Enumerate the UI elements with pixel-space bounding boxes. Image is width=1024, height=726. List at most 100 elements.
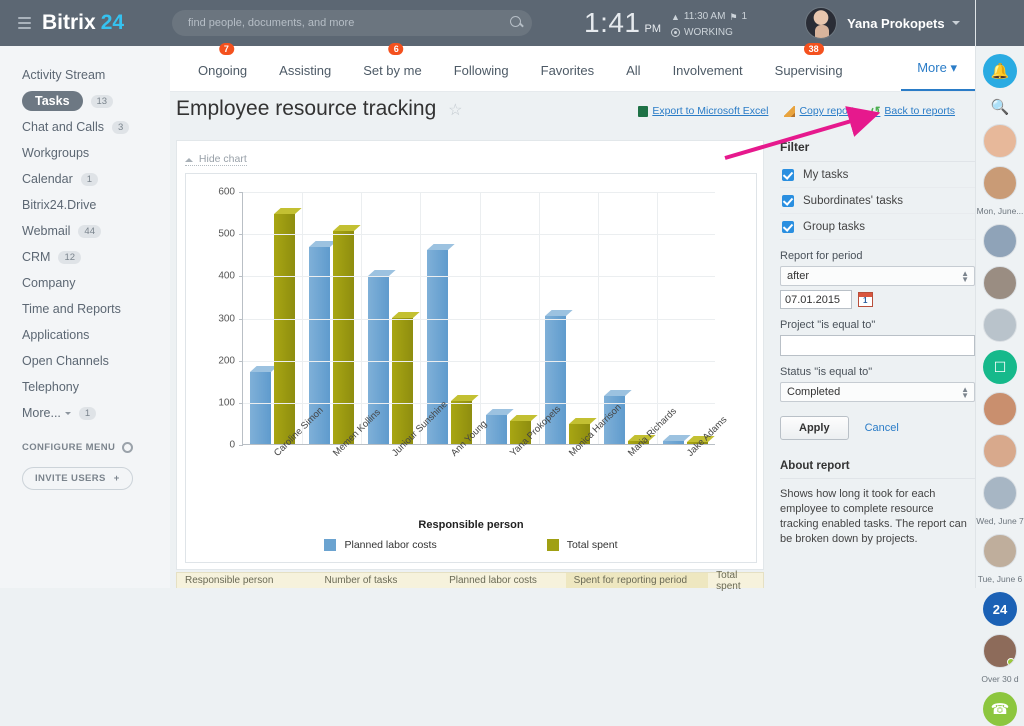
column-header-responsible-person[interactable]: Responsible person <box>177 575 317 586</box>
rail-avatar[interactable] <box>983 124 1017 158</box>
sidebar-item-label: Chat and Calls <box>22 120 104 134</box>
sidebar-item-tasks[interactable]: Tasks 13 <box>0 88 170 114</box>
rail-avatar[interactable] <box>983 434 1017 468</box>
chart-bar[interactable] <box>274 214 295 444</box>
plus-icon: + <box>114 473 120 484</box>
rail-avatar[interactable] <box>983 224 1017 258</box>
app-logo[interactable]: Bitrix 24 <box>0 11 160 35</box>
checkbox-icon[interactable] <box>782 221 794 233</box>
tab-involvement[interactable]: Involvement <box>657 63 759 91</box>
logo-text: Bitrix <box>42 11 96 35</box>
about-report-text: Shows how long it took for each employee… <box>780 487 975 547</box>
configure-menu-button[interactable]: CONFIGURE MENU <box>0 442 170 453</box>
alarm-time: 11:30 AM <box>684 10 726 24</box>
rail-avatar[interactable] <box>983 634 1017 668</box>
sidebar-item-telephony[interactable]: Telephony <box>0 374 170 400</box>
rail-openlines-icon[interactable]: ☐ <box>983 350 1017 384</box>
search-input[interactable] <box>172 10 532 36</box>
column-header-total-spent[interactable]: Total spent <box>708 570 763 592</box>
rail-date-label: Over 30 d <box>976 674 1024 684</box>
rail-avatar[interactable] <box>983 166 1017 200</box>
rail-date-label: Tue, June 6 <box>976 574 1024 584</box>
copy-report-link[interactable]: Copy report <box>784 105 854 117</box>
notifications-button[interactable]: 🔔 <box>983 54 1017 88</box>
back-to-reports-link[interactable]: ↺ Back to reports <box>870 104 955 118</box>
chart-bar[interactable] <box>486 415 507 444</box>
sidebar-item-label: Webmail <box>22 224 70 238</box>
tab-ongoing[interactable]: 7 Ongoing <box>182 63 263 91</box>
rail-search-icon[interactable]: 🔍 <box>991 98 1010 116</box>
global-search[interactable] <box>172 10 532 36</box>
chart-bar[interactable] <box>333 231 354 444</box>
chart-x-label: Monica Harrison <box>538 449 597 519</box>
chart-y-tickmark <box>239 276 243 277</box>
sidebar-item-company[interactable]: Company <box>0 270 170 296</box>
tab-more[interactable]: More ▾ <box>901 60 975 91</box>
chart-bar[interactable] <box>250 372 271 444</box>
tab-set-by-me[interactable]: 6 Set by me <box>347 63 438 91</box>
period-select[interactable]: after ▲▼ <box>780 266 975 286</box>
chart-bar[interactable] <box>392 318 413 444</box>
filter-checkbox-group-tasks[interactable]: Group tasks <box>780 214 975 240</box>
pencil-icon <box>784 106 795 117</box>
chart-y-tickmark <box>239 403 243 404</box>
chart-y-tickmark <box>239 319 243 320</box>
chart-gridline <box>480 192 481 444</box>
chart-x-label: Jake Adams <box>656 449 715 519</box>
sidebar-item-chat-and-calls[interactable]: Chat and Calls 3 <box>0 114 170 140</box>
sidebar-badge: 3 <box>112 121 129 134</box>
sidebar-item-applications[interactable]: Applications <box>0 322 170 348</box>
rail-avatar[interactable] <box>983 266 1017 300</box>
checkbox-icon[interactable] <box>782 195 794 207</box>
tab-assisting[interactable]: Assisting <box>263 63 347 91</box>
flag-count: 1 <box>742 10 748 24</box>
filter-checkbox-subordinates-tasks[interactable]: Subordinates' tasks <box>780 188 975 214</box>
rail-date-label: Wed, June 7 <box>976 516 1024 526</box>
menu-burger-icon[interactable] <box>18 14 31 32</box>
export-to-excel-link[interactable]: Export to Microsoft Excel <box>638 105 768 117</box>
rail-avatar[interactable] <box>983 534 1017 568</box>
chart-bar[interactable] <box>663 441 684 444</box>
apply-button[interactable]: Apply <box>780 416 849 440</box>
work-status[interactable]: ▲ 11:30 AM ⚑ 1 WORKING <box>671 7 747 40</box>
rail-avatar[interactable] <box>983 392 1017 426</box>
sidebar-item-open-channels[interactable]: Open Channels <box>0 348 170 374</box>
sidebar-item-crm[interactable]: CRM 12 <box>0 244 170 270</box>
checkbox-icon[interactable] <box>782 169 794 181</box>
column-header-spent-for-reporting-period[interactable]: Spent for reporting period <box>566 573 709 588</box>
sidebar-item-workgroups[interactable]: Workgroups <box>0 140 170 166</box>
filter-checkbox-my-tasks[interactable]: My tasks <box>780 162 975 188</box>
stepper-icon: ▲▼ <box>961 387 969 399</box>
sidebar-item-bitrix24-drive[interactable]: Bitrix24.Drive <box>0 192 170 218</box>
chevron-down-icon <box>952 21 960 25</box>
sidebar-item-calendar[interactable]: Calendar 1 <box>0 166 170 192</box>
rail-avatar[interactable] <box>983 476 1017 510</box>
status-select[interactable]: Completed ▲▼ <box>780 382 975 402</box>
report-table-header: Responsible person Number of tasks Plann… <box>176 572 764 588</box>
sidebar-item-webmail[interactable]: Webmail 44 <box>0 218 170 244</box>
tab-following[interactable]: Following <box>438 63 525 91</box>
date-input[interactable]: 07.01.2015 <box>780 290 852 309</box>
sidebar-item-time-and-reports[interactable]: Time and Reports <box>0 296 170 322</box>
hide-chart-toggle[interactable]: Hide chart <box>185 153 247 166</box>
rail-call-button[interactable]: ☎ <box>983 692 1017 726</box>
cancel-link[interactable]: Cancel <box>865 422 899 434</box>
sidebar-item-more[interactable]: More... 1 <box>0 400 170 426</box>
user-menu[interactable]: Yana Prokopets <box>805 7 960 39</box>
tab-favorites[interactable]: Favorites <box>525 63 610 91</box>
page-title: Employee resource tracking ☆ <box>176 97 462 121</box>
sidebar-item-activity-stream[interactable]: Activity Stream <box>0 62 170 88</box>
column-header-planned-labor-costs[interactable]: Planned labor costs <box>441 575 566 586</box>
tab-all[interactable]: All <box>610 63 656 91</box>
rail-avatar[interactable] <box>983 308 1017 342</box>
tab-supervising[interactable]: 38 Supervising <box>759 63 859 91</box>
invite-users-button[interactable]: INVITE USERS + <box>22 467 133 490</box>
rail-bitrix24-icon[interactable]: 24 <box>983 592 1017 626</box>
calendar-icon[interactable] <box>858 292 873 307</box>
flag-icon: ⚑ <box>729 10 737 24</box>
page-header: Employee resource tracking ☆ Export to M… <box>170 92 975 140</box>
favorite-star-icon[interactable]: ☆ <box>448 102 462 119</box>
project-input[interactable] <box>780 335 975 356</box>
column-header-number-of-tasks[interactable]: Number of tasks <box>317 575 442 586</box>
legend-label: Total spent <box>567 539 618 551</box>
